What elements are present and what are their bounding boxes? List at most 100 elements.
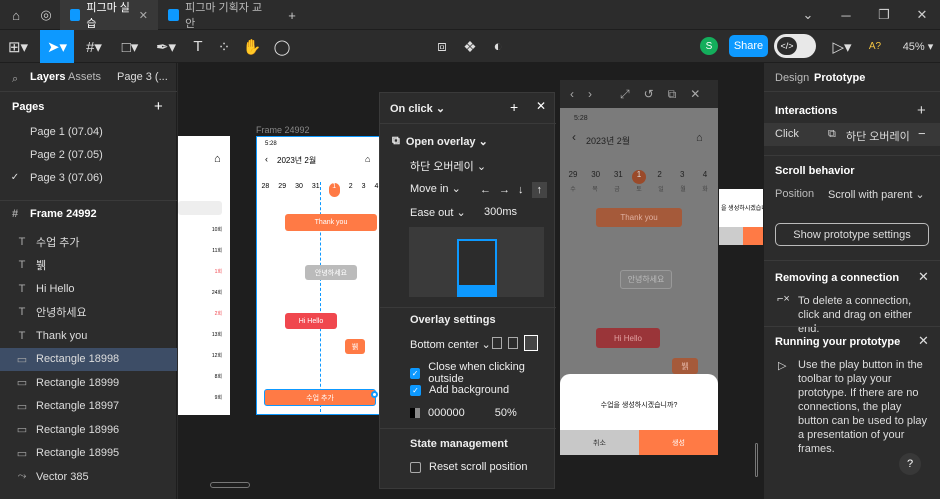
date-item[interactable]: 29 — [564, 170, 582, 184]
page-selector[interactable]: Page 3 (... — [117, 71, 168, 83]
target-dropdown[interactable]: 하단 오버레이 ⌄ — [410, 158, 486, 174]
remove-interaction-button[interactable]: − — [918, 126, 926, 141]
cancel-button[interactable]: 취소 — [560, 430, 639, 455]
page-item-active[interactable]: ✓ Page 3 (07.06) — [0, 166, 177, 189]
layer-item[interactable]: T 안녕하세요 — [0, 301, 177, 324]
present-icon[interactable]: ▷▾ — [828, 30, 856, 63]
close-icon[interactable]: ✕ — [918, 333, 929, 349]
close-icon[interactable]: ✕ — [918, 269, 929, 285]
phone-frame[interactable]: 5:28 ‹ 2023년 2월 ⌂ 28 29 30 31 1 2 3 4 Thank you… — [256, 136, 382, 415]
arrow-left-icon[interactable]: ← — [480, 184, 491, 196]
close-icon[interactable]: ✕ — [536, 99, 546, 113]
font-preview[interactable]: A? — [864, 30, 886, 63]
close-window-icon[interactable]: ✕ — [906, 0, 938, 30]
share-button[interactable]: Share — [729, 35, 768, 57]
event-hi-hello[interactable]: Hi Hello — [285, 313, 337, 329]
scroll-position-dropdown[interactable]: Scroll with parent ⌄ — [828, 188, 925, 201]
event-thank-you[interactable]: Thank you — [596, 208, 682, 227]
page-item[interactable]: Page 2 (07.05) — [0, 143, 177, 166]
tab-prototype[interactable]: Prototype — [814, 72, 865, 84]
date-item[interactable]: 2 — [349, 183, 353, 197]
show-prototype-settings-button[interactable]: Show prototype settings — [775, 223, 929, 246]
animation-dropdown[interactable]: Move in ⌄ — [410, 182, 461, 196]
chevron-down-icon[interactable]: ⌄ — [792, 0, 824, 30]
checkbox-icon[interactable]: ✓ — [410, 384, 421, 396]
avatar[interactable]: S — [700, 37, 718, 55]
event-bwk[interactable]: 뷁 — [672, 358, 698, 374]
close-icon[interactable]: ✕ — [690, 87, 700, 101]
color-swatch[interactable] — [410, 408, 420, 418]
arrow-right-icon[interactable]: → — [499, 184, 510, 196]
frame-tool-icon[interactable]: #▾ — [78, 30, 110, 63]
tab-figma-practice[interactable]: 피그마 실습 ✕ — [60, 0, 158, 30]
hand-tool-icon[interactable]: ✋ — [240, 30, 264, 63]
preview-screen[interactable]: 5:28 ‹ 2023년 2월 ⌂ 29 30 31 1 2 3 4 수 목 금 토 일 월 화 Tha… — [560, 108, 718, 455]
dev-mode-toggle[interactable]: </> — [774, 34, 816, 58]
shape-tool-icon[interactable]: □▾ — [114, 30, 146, 63]
date-item[interactable]: 1 — [631, 170, 646, 184]
connection-handle[interactable] — [371, 391, 378, 398]
event-bwk[interactable]: 뷁 — [345, 339, 365, 354]
page-item[interactable]: Page 1 (07.04) — [0, 120, 177, 143]
position-dropdown[interactable]: Bottom center ⌄ — [410, 338, 491, 352]
main-menu-icon[interactable]: ⊞▾ — [0, 30, 36, 63]
layer-item[interactable]: ⤳ Vector 385 — [0, 465, 177, 488]
action-dropdown[interactable]: ⧉ Open overlay ⌄ — [392, 135, 488, 148]
text-tool-icon[interactable]: T — [186, 30, 210, 63]
new-tab-button[interactable]: + — [276, 0, 308, 30]
maximize-icon[interactable]: ❐ — [868, 0, 900, 30]
align-bottom-icon[interactable] — [524, 335, 538, 351]
home-icon[interactable]: ⌂ — [0, 0, 32, 30]
add-page-button[interactable]: + — [154, 98, 163, 115]
forward-icon[interactable]: › — [588, 87, 592, 101]
tab-assets[interactable]: Assets — [68, 71, 101, 83]
layer-item[interactable]: ▭ Rectangle 18998 — [0, 347, 177, 371]
confirm-button[interactable]: 생성 — [639, 430, 718, 455]
fullscreen-icon[interactable]: ⤢ — [620, 87, 630, 102]
move-tool-icon[interactable]: ➤▾ — [40, 30, 74, 63]
align-left-icon[interactable] — [492, 337, 502, 349]
help-button[interactable]: ? — [899, 453, 921, 475]
date-item[interactable]: 3 — [673, 170, 691, 184]
date-item[interactable]: 4 — [696, 170, 714, 184]
open-icon[interactable]: ⧉ — [668, 87, 677, 102]
align-right-icon[interactable] — [508, 337, 518, 349]
resources-icon[interactable]: ⁘ — [212, 30, 236, 63]
frame-partial-left[interactable]: ⌂ 10회11회1회24회2회13회12회8회9회17회 — [178, 136, 230, 415]
close-outside-option[interactable]: ✓ Close when clicking outside — [410, 361, 554, 385]
back-icon[interactable]: ‹ — [570, 87, 574, 101]
pen-tool-icon[interactable]: ✒▾ — [150, 30, 182, 63]
easing-dropdown[interactable]: Ease out ⌄ — [410, 206, 466, 220]
crop-icon[interactable]: ⧈ — [430, 30, 454, 63]
background-color[interactable]: 000000 50% — [410, 407, 517, 419]
layer-item[interactable]: ▭ Rectangle 18995 — [0, 442, 177, 465]
layer-item[interactable]: T 수업 추가 — [0, 230, 177, 253]
contrast-icon[interactable]: ◐ — [486, 30, 510, 63]
date-item[interactable]: 29 — [278, 183, 286, 197]
date-item[interactable]: 1 — [328, 183, 340, 197]
restart-icon[interactable]: ↺ — [644, 87, 654, 101]
component-icon[interactable]: ❖ — [458, 30, 482, 63]
frame-layer[interactable]: # Frame 24992 — [0, 202, 177, 225]
layer-item[interactable]: ▭ Rectangle 18997 — [0, 395, 177, 418]
interaction-row[interactable]: Click ⧉ 하단 오버레이 − — [764, 123, 940, 146]
date-item[interactable]: 28 — [262, 183, 270, 197]
reset-scroll-option[interactable]: Reset scroll position — [410, 461, 527, 473]
checkbox-icon[interactable] — [410, 461, 421, 473]
event-thank-you[interactable]: Thank you — [285, 214, 377, 231]
date-item[interactable]: 3 — [362, 183, 366, 197]
minimize-icon[interactable]: ─ — [830, 0, 862, 30]
tab-design[interactable]: Design — [775, 72, 809, 84]
arrow-up-icon[interactable]: ↑ — [531, 182, 547, 198]
layer-item[interactable]: T뷁 — [0, 254, 177, 277]
layer-item[interactable]: ▭ Rectangle 18996 — [0, 418, 177, 441]
layer-item[interactable]: T Thank you — [0, 324, 177, 347]
date-item[interactable]: 4 — [375, 183, 379, 197]
date-item[interactable]: 31 — [609, 170, 627, 184]
event-hi-hello[interactable]: Hi Hello — [596, 328, 660, 348]
event-hello-kr[interactable]: 안녕하세요 — [620, 270, 672, 289]
layer-item[interactable]: T Hi Hello — [0, 277, 177, 300]
globe-icon[interactable]: ◎ — [30, 0, 62, 30]
tab-layers[interactable]: Layers — [30, 71, 65, 83]
date-item[interactable]: 31 — [312, 183, 320, 197]
